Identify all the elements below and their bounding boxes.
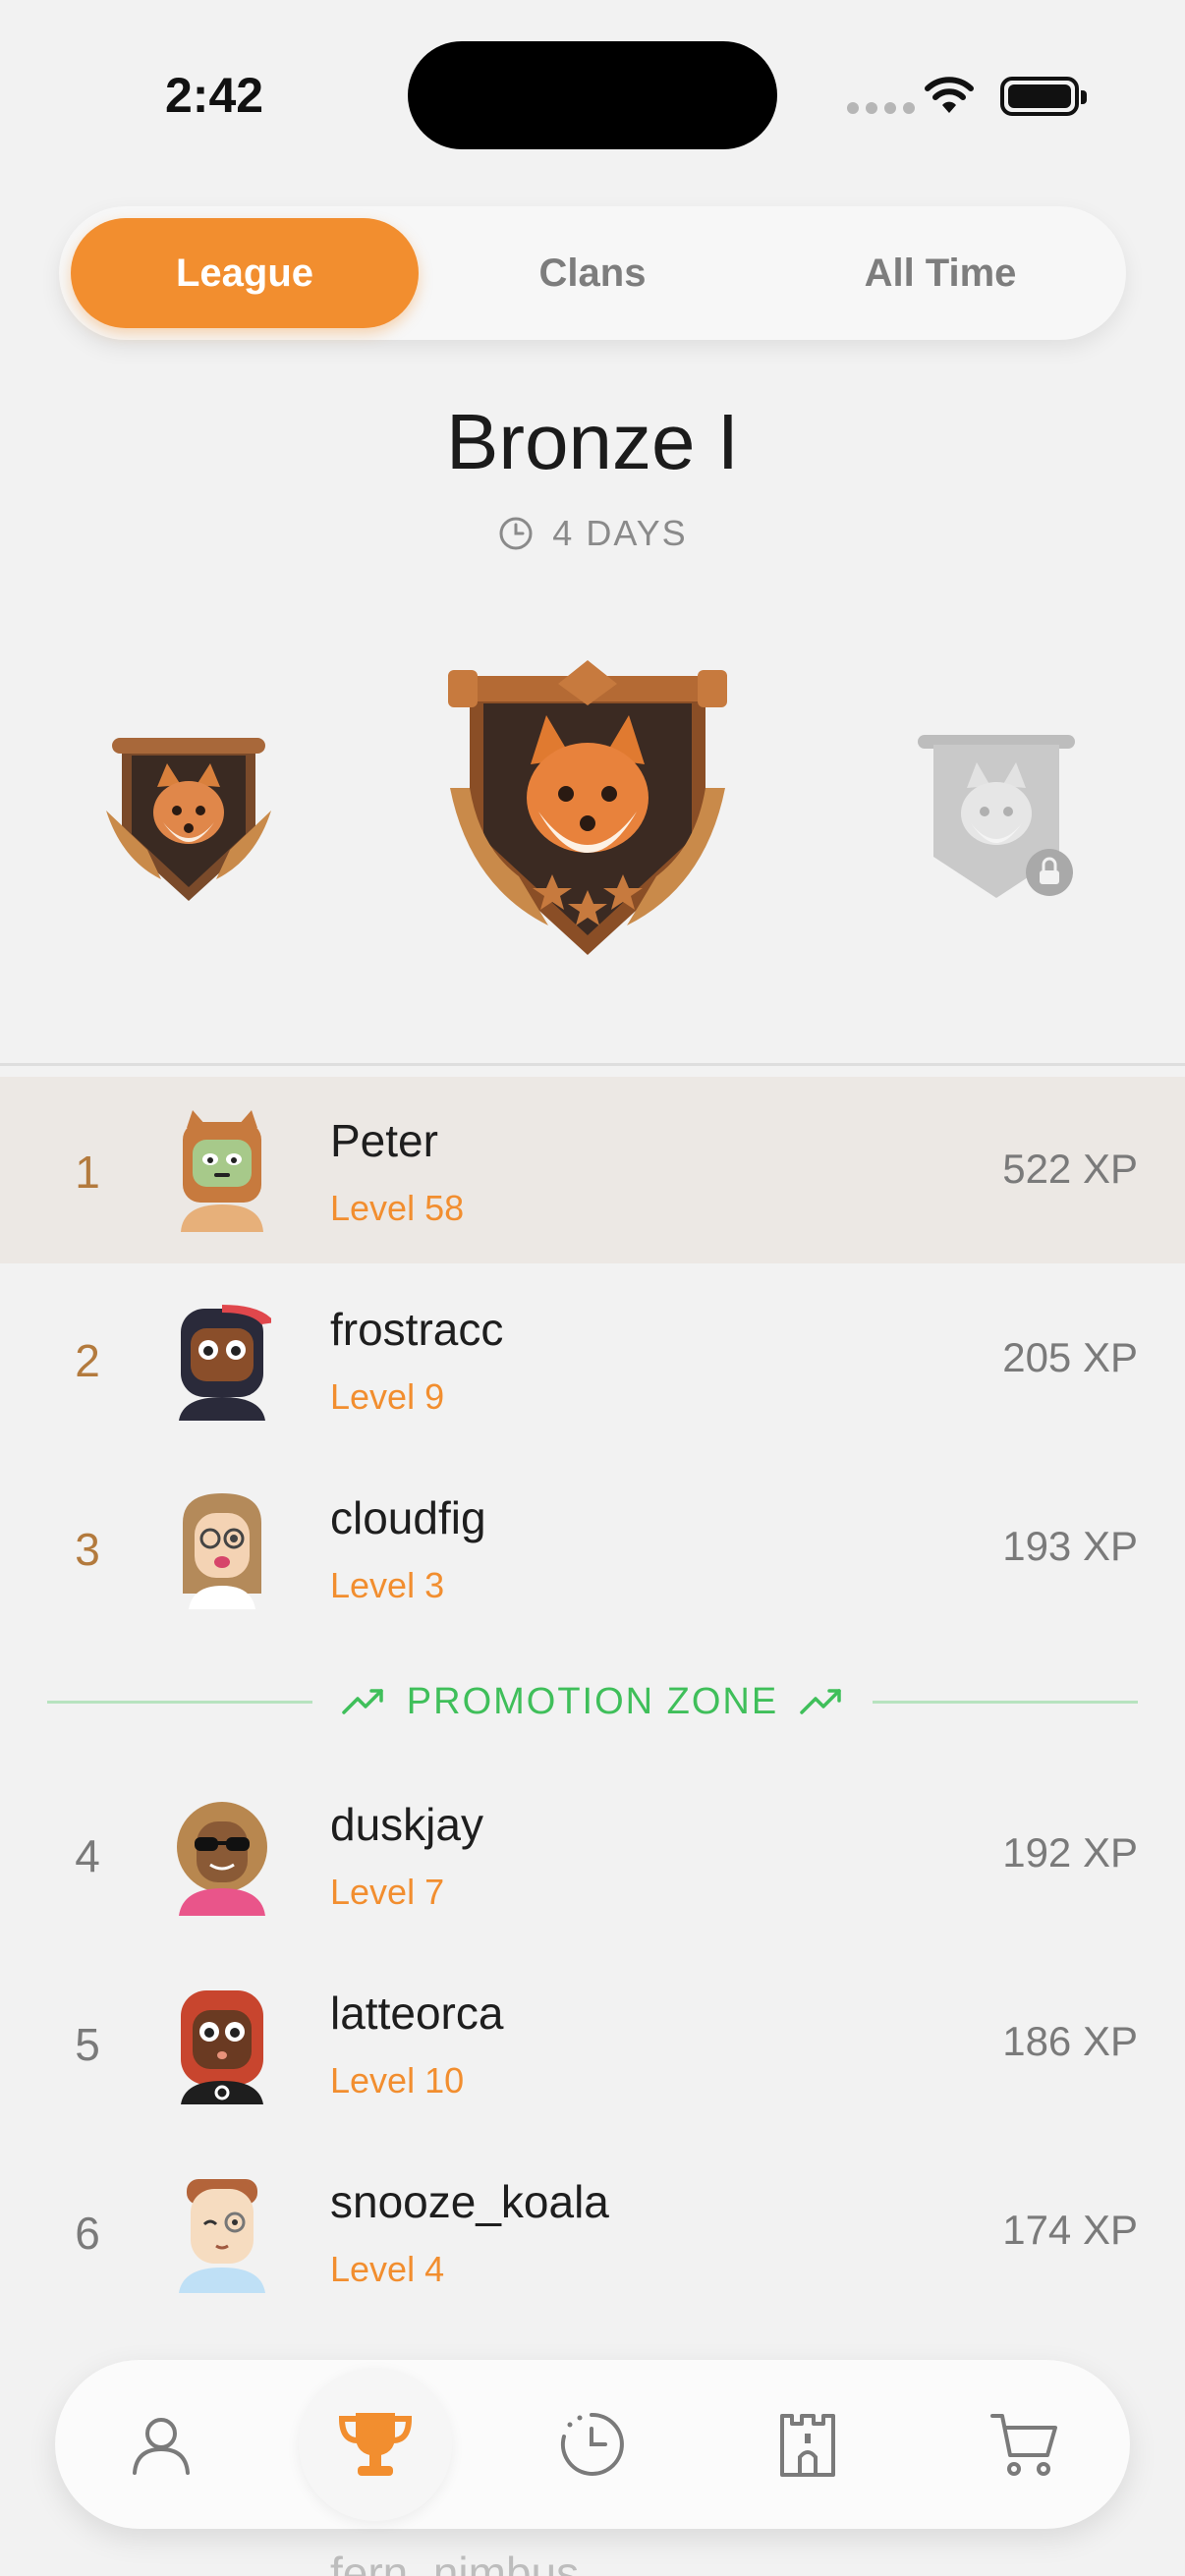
profile-icon: [133, 2418, 190, 2475]
user-level: Level 10: [330, 2060, 465, 2100]
nav-profile[interactable]: [94, 2378, 228, 2511]
user-level: Level 9: [330, 1376, 445, 1417]
user-xp: 174 XP: [1002, 2207, 1138, 2253]
leaderboard-row[interactable]: 5 latteorca Level 10 186 XP: [0, 1949, 1185, 2136]
trending-up-icon: [342, 1689, 383, 1714]
castle-icon: [780, 2414, 835, 2477]
username: frostracc: [330, 1304, 504, 1355]
user-level: Level 58: [330, 1188, 465, 1228]
leaderboard-row[interactable]: 2 frostracc Level 9 205 XP: [0, 1265, 1185, 1452]
username-partial: fern_nimbus: [330, 2548, 580, 2576]
wifi-icon: [925, 77, 974, 113]
avatar: [183, 1493, 261, 1609]
nav-history[interactable]: [525, 2378, 658, 2511]
avatar: [179, 1305, 271, 1421]
tab-all-time[interactable]: All Time: [766, 218, 1114, 328]
dynamic-island: [408, 41, 777, 149]
promotion-zone-label: PROMOTION ZONE: [406, 1680, 779, 1722]
nav-clans[interactable]: [741, 2378, 875, 2511]
rank-number: 2: [75, 1335, 100, 1386]
user-level: Level 7: [330, 1872, 445, 1912]
bottom-navigation-bar: [55, 2360, 1130, 2529]
status-bar: 2:42: [0, 0, 1185, 187]
status-time: 2:42: [165, 68, 264, 123]
previous-league-badge-icon[interactable]: [102, 732, 275, 909]
avatar: [177, 1802, 267, 1916]
username: snooze_koala: [330, 2176, 609, 2227]
user-level: Level 3: [330, 1565, 445, 1605]
leaderboard-row[interactable]: 3 cloudfig Level 3 193 XP: [0, 1454, 1185, 1641]
user-xp: 186 XP: [1002, 2018, 1138, 2064]
user-xp: 193 XP: [1002, 1523, 1138, 1569]
rank-number: 5: [75, 2019, 100, 2070]
username: latteorca: [330, 1988, 504, 2039]
leaderboard-row[interactable]: 6 snooze_koala Level 4 174 XP: [0, 2138, 1185, 2324]
clock-icon: [499, 517, 533, 550]
trending-up-icon: [800, 1689, 841, 1714]
avatar: [179, 2179, 265, 2293]
battery-icon: [1000, 77, 1087, 116]
league-countdown: 4 DAYS: [0, 513, 1185, 554]
cart-icon: [990, 2414, 1057, 2476]
username: duskjay: [330, 1799, 483, 1850]
user-xp: 522 XP: [1002, 1146, 1138, 1192]
tab-clans[interactable]: Clans: [419, 218, 766, 328]
leaderboard-tabs: League Clans All Time: [59, 206, 1126, 340]
username: Peter: [330, 1115, 438, 1166]
trophy-icon: [338, 2413, 413, 2476]
rank-number: 6: [75, 2208, 100, 2259]
next-league-badge-locked-icon[interactable]: [910, 729, 1083, 906]
nav-shop[interactable]: [957, 2378, 1091, 2511]
league-title: Bronze I: [446, 398, 739, 485]
user-xp: 205 XP: [1002, 1334, 1138, 1380]
leaderboard-row[interactable]: 4 duskjay Level 7 192 XP: [0, 1761, 1185, 1947]
leaderboard-row-current-user[interactable]: 1 Peter Level 58 522 XP: [0, 1077, 1185, 1263]
user-xp: 192 XP: [1002, 1829, 1138, 1876]
rank-number: 1: [75, 1147, 100, 1198]
header-divider: [0, 1063, 1185, 1066]
rank-number: 3: [75, 1524, 100, 1575]
tab-league[interactable]: League: [71, 218, 419, 328]
countdown-text: 4 DAYS: [552, 513, 688, 553]
avatar: [181, 1990, 263, 2104]
username: cloudfig: [330, 1492, 486, 1543]
avatar: [181, 1110, 263, 1232]
rank-number: 4: [75, 1830, 100, 1881]
user-level: Level 4: [330, 2249, 445, 2289]
history-icon: [560, 2412, 624, 2476]
cellular-signal-icon: [847, 102, 915, 114]
nav-leaderboard[interactable]: [299, 2368, 452, 2521]
promotion-zone-divider: PROMOTION ZONE: [47, 1662, 1139, 1741]
current-league-badge-icon[interactable]: [440, 660, 735, 975]
